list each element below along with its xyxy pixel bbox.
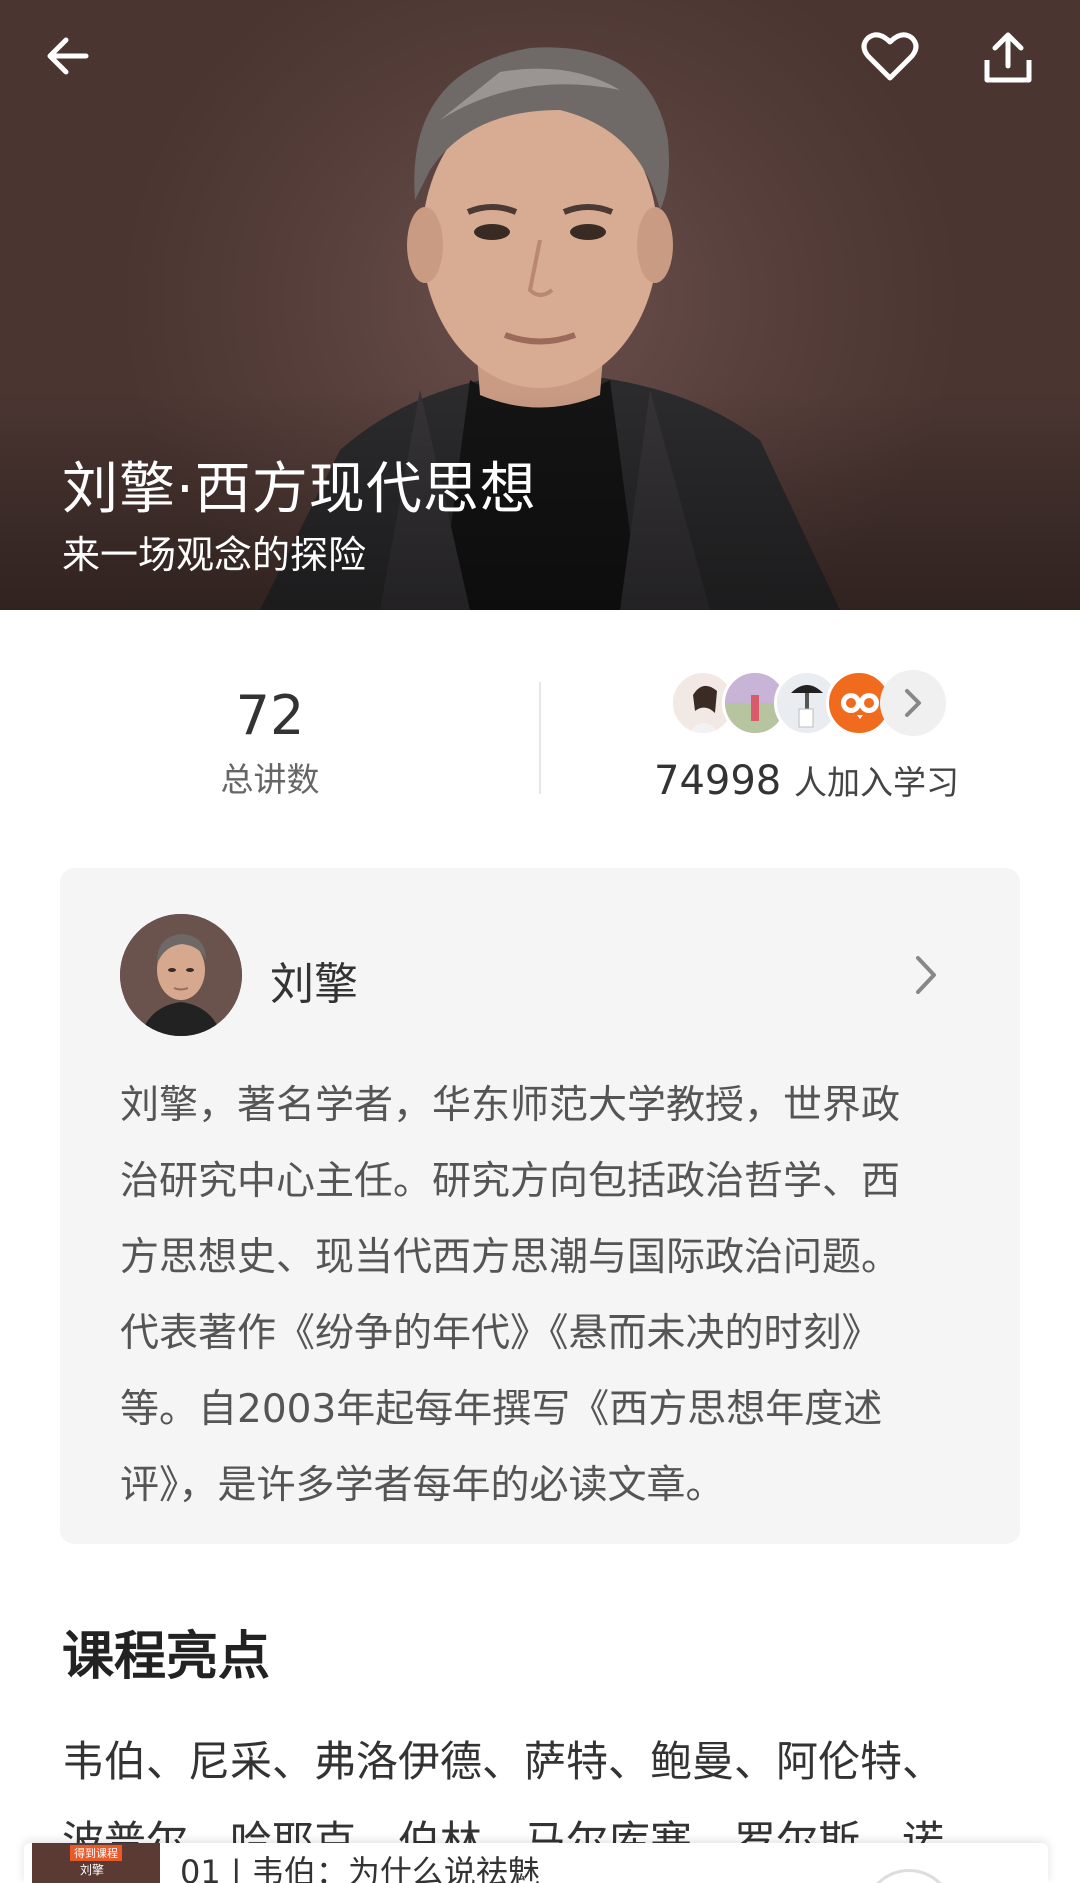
lecture-count-block: 72 总讲数 xyxy=(130,684,410,801)
mini-player-bar[interactable]: 得到课程 刘擎 01 | 韦伯：为什么说祛魅 xyxy=(24,1843,1048,1883)
heart-outline-icon xyxy=(861,32,919,81)
highlights-heading: 课程亮点 xyxy=(62,1627,271,1687)
lecture-count-label: 总讲数 xyxy=(220,760,320,799)
bio-line: 等。自2003年起每年撰写《西方思想年度述 xyxy=(120,1387,883,1432)
arrow-left-icon xyxy=(47,37,89,75)
author-bio: 刘擎，著名学者，华东师范大学教授，世界政 治研究中心主任。研究方向包括政治哲学、… xyxy=(120,1068,970,1524)
mini-player-cover: 得到课程 刘擎 xyxy=(32,1843,160,1883)
back-button[interactable] xyxy=(28,16,108,96)
course-subtitle: 来一场观念的探险 xyxy=(62,533,367,577)
author-avatar xyxy=(120,914,242,1036)
share-upload-icon xyxy=(984,32,1032,83)
mini-player-title: 01 | 韦伯：为什么说祛魅 xyxy=(180,1853,540,1883)
bio-line: 治研究中心主任。研究方向包括政治哲学、西 xyxy=(120,1159,901,1204)
chevron-right-icon xyxy=(916,956,936,994)
learner-count-block: 74998 人加入学习 xyxy=(654,756,959,804)
bio-line: 代表著作《纷争的年代》《悬而未决的时刻》 xyxy=(120,1311,881,1356)
lecture-count: 72 xyxy=(235,684,305,747)
bio-line: 刘擎，著名学者，华东师范大学教授，世界政 xyxy=(120,1083,901,1128)
share-button[interactable] xyxy=(968,18,1048,98)
chevron-right-icon xyxy=(905,689,921,717)
favorite-button[interactable] xyxy=(850,16,930,96)
learner-avatars[interactable] xyxy=(670,670,970,740)
mini-player-badge: 得到课程 xyxy=(70,1845,122,1861)
learners-more-button[interactable] xyxy=(880,670,946,736)
highlights-line: 韦伯、尼采、弗洛伊德、萨特、鲍曼、阿伦特、 xyxy=(62,1737,945,1786)
stats-divider xyxy=(539,682,541,794)
bio-line: 评》，是许多学者每年的必读文章。 xyxy=(120,1463,725,1508)
learner-count: 74998 xyxy=(654,758,782,804)
play-button[interactable] xyxy=(864,1869,954,1883)
bio-line: 方思想史、现当代西方思潮与国际政治问题。 xyxy=(120,1235,901,1280)
course-title: 刘擎·西方现代思想 xyxy=(62,457,537,522)
author-name: 刘擎 xyxy=(270,959,358,1010)
course-stats: 72 总讲数 74998 人加入学习 xyxy=(0,610,1080,860)
mini-player-cover-name: 刘擎 xyxy=(80,1863,105,1877)
author-card[interactable]: 刘擎 刘擎，著名学者，华东师范大学教授，世界政 治研究中心主任。研究方向包括政治… xyxy=(60,868,1020,1544)
course-hero-banner: 刘擎·西方现代思想 来一场观念的探险 xyxy=(0,0,1080,610)
learner-count-label: 人加入学习 xyxy=(793,763,959,802)
